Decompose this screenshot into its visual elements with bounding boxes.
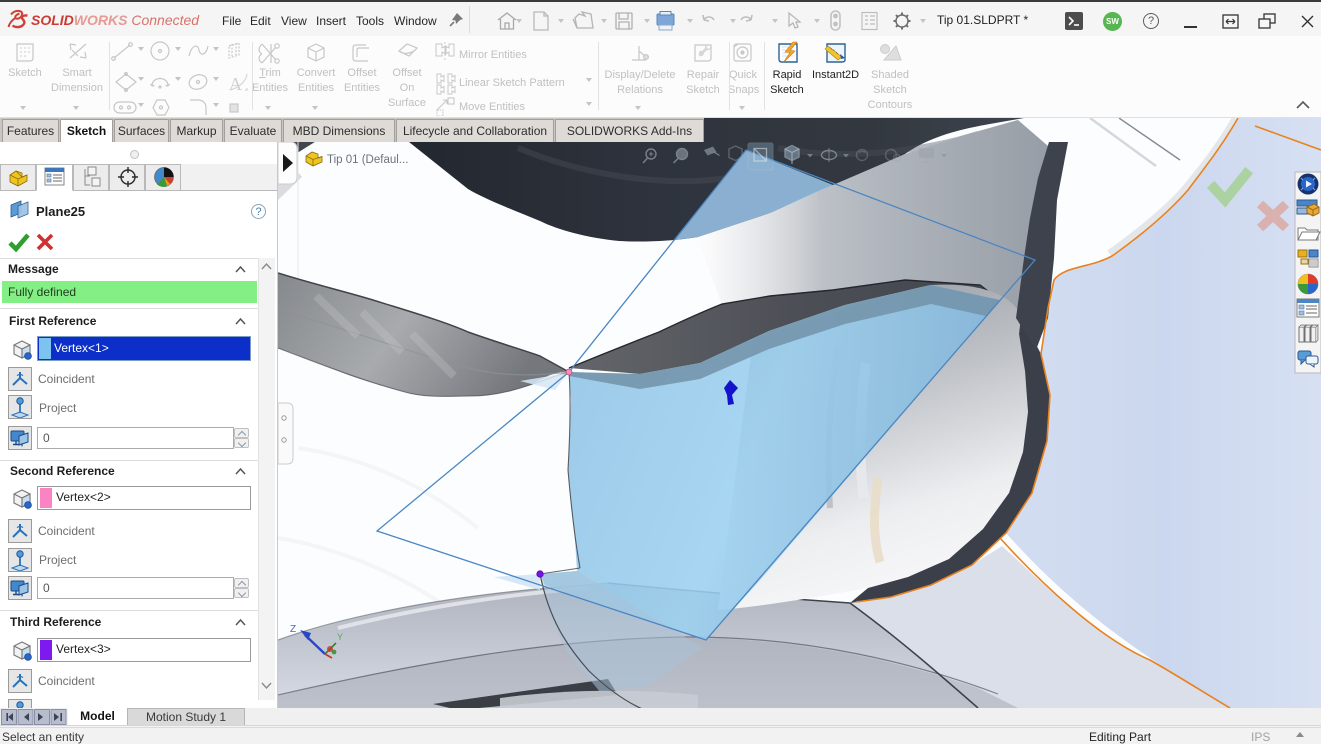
svg-text:Tip 01 (Defaul...: Tip 01 (Defaul...	[327, 154, 408, 166]
svg-text:A: A	[229, 74, 242, 94]
svg-text:Y: Y	[337, 632, 343, 642]
svg-text:Z: Z	[290, 624, 296, 635]
